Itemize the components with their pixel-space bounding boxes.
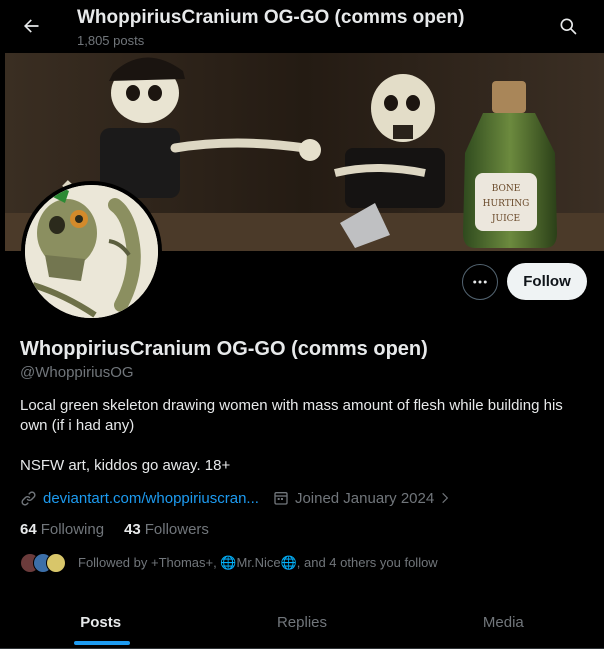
- followed-by[interactable]: Followed by +Thomas+, 🌐Mr.Nice🌐, and 4 o…: [20, 551, 438, 575]
- arrow-left-icon: [24, 19, 39, 33]
- profile-name: WhoppiriusCranium OG-GO (comms open): [20, 338, 428, 360]
- follow-button[interactable]: Follow: [507, 263, 587, 300]
- avatar[interactable]: [21, 181, 162, 322]
- chevron-right-icon: [442, 492, 449, 504]
- following-link[interactable]: 64 Following: [20, 521, 104, 538]
- profile-meta: deviantart.com/whoppiriuscran... Joined …: [20, 488, 452, 508]
- bio-line: NSFW art, kiddos go away. 18+: [20, 457, 231, 474]
- search-icon: [560, 18, 577, 35]
- link-icon: [21, 490, 36, 506]
- search-button[interactable]: [551, 9, 585, 43]
- following-label: Following: [40, 521, 105, 538]
- bio-line: Local green skeleton drawing women with …: [20, 397, 563, 434]
- calendar-icon: [274, 492, 288, 505]
- tab-media[interactable]: Media: [403, 596, 604, 648]
- follower-avatar: [46, 553, 66, 573]
- joined-date[interactable]: Joined January 2024: [273, 490, 452, 507]
- followed-by-text: Followed by +Thomas+, 🌐Mr.Nice🌐, and 4 o…: [78, 555, 438, 570]
- header-title: WhoppiriusCranium OG-GO (comms open): [77, 7, 465, 28]
- active-tab-indicator: [74, 641, 130, 645]
- bottle-label-line-1: BONE: [492, 184, 521, 194]
- top-bar: WhoppiriusCranium OG-GO (comms open) 1,8…: [0, 0, 604, 53]
- bottle-label-line-3: JUICE: [491, 214, 520, 224]
- back-button[interactable]: [14, 9, 48, 43]
- followers-label: Followers: [144, 521, 209, 538]
- website-link[interactable]: deviantart.com/whoppiriuscran...: [43, 490, 259, 507]
- bottle-label-line-2: HURTING: [483, 199, 530, 209]
- followers-count: 43: [124, 521, 141, 538]
- followers-link[interactable]: 43 Followers: [124, 521, 209, 538]
- more-horizontal-icon: [473, 280, 487, 284]
- tab-replies[interactable]: Replies: [201, 596, 402, 648]
- avatar-image: [25, 185, 158, 318]
- following-count: 64: [20, 521, 37, 538]
- profile-bio: Local green skeleton drawing women with …: [20, 396, 590, 496]
- follow-counts: 64 Following 43 Followers: [20, 521, 229, 538]
- joined-label: Joined January 2024: [294, 489, 435, 507]
- more-options-button[interactable]: [462, 264, 498, 300]
- posts-count: 1,805 posts: [77, 33, 145, 48]
- profile-handle: @WhoppiriusOG: [20, 364, 134, 381]
